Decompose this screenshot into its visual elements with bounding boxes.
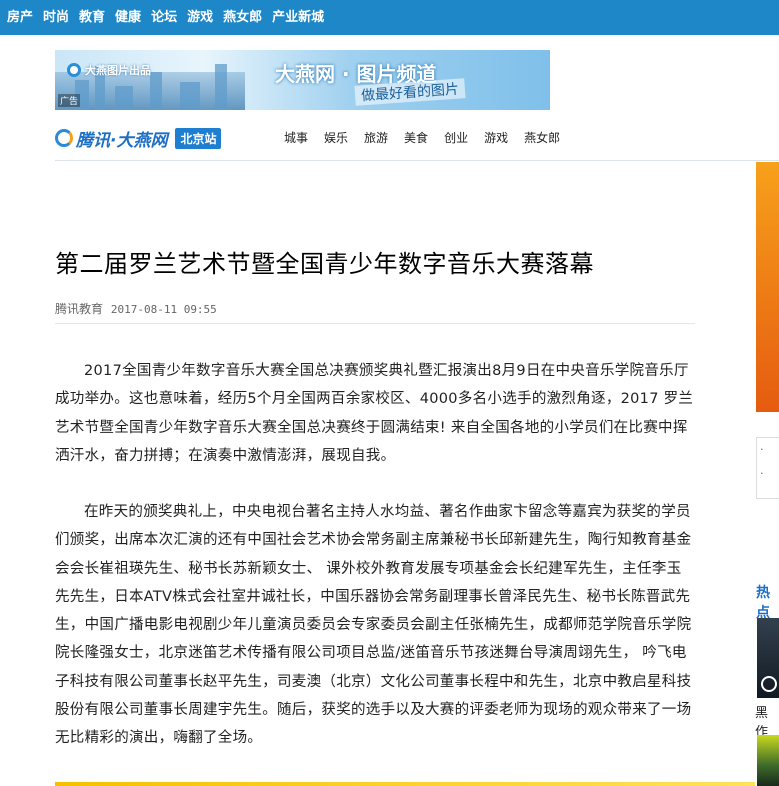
banner-building [150,72,162,110]
channel-nav: 城事 娱乐 旅游 美食 创业 游戏 燕女郎 [284,129,576,146]
ad-tag: 广告 [58,94,81,107]
bottom-banner-strip [55,782,755,786]
topnav-item-fashion[interactable]: 时尚 [38,0,74,35]
divider [55,160,779,161]
top-navigation: 房产 时尚 教育 健康 论坛 游戏 燕女郎 产业新城 [0,0,779,35]
article-date: 2017-08-11 09:55 [110,303,217,316]
topnav-item-health[interactable]: 健康 [110,0,146,35]
banner-building [115,86,133,110]
sidebar-image-thumbnail[interactable] [757,735,779,786]
channel-item[interactable]: 燕女郎 [524,129,560,146]
sidebar-ad[interactable] [756,162,779,412]
logo-ring-icon [55,129,73,147]
camera-icon [67,63,81,77]
site-logo-text: 腾讯·大燕网 [76,130,168,151]
article-paragraph: 在昨天的颁奖典礼上，中央电视台著名主持人水均益、著名作曲家卞留念等嘉宾为获奖的学… [55,504,692,747]
sidebar-link[interactable]: · [760,462,779,486]
channel-item[interactable]: 美食 [404,129,428,146]
article-paragraph: 2017全国青少年数字音乐大赛全国总决赛颁奖典礼暨汇报演出8月9日在中央音乐学院… [55,363,694,464]
sidebar-link[interactable]: · [760,438,779,462]
channel-item[interactable]: 游戏 [484,129,508,146]
article-title: 第二届罗兰艺术节暨全国青少年数字音乐大赛落幕 [55,250,594,278]
topnav-item-education[interactable]: 教育 [74,0,110,35]
channel-item[interactable]: 娱乐 [324,129,348,146]
site-brand-bar: 腾讯·大燕网 北京站 [55,120,222,156]
topnav-item-forum[interactable]: 论坛 [146,0,182,35]
channel-item[interactable]: 创业 [444,129,468,146]
channel-item[interactable]: 旅游 [364,129,388,146]
topnav-item-yannvlang[interactable]: 燕女郎 [218,0,267,35]
article-source[interactable]: 腾讯教育 [55,302,103,316]
banner-source-label: 大燕图片出品 [85,64,151,77]
channel-item[interactable]: 城事 [284,129,308,146]
station-badge[interactable]: 北京站 [175,127,222,149]
topnav-item-games[interactable]: 游戏 [182,0,218,35]
topnav-item-industry[interactable]: 产业新城 [267,0,329,35]
topnav-item-house[interactable]: 房产 [0,0,38,35]
divider [55,323,695,324]
site-logo[interactable]: 腾讯·大燕网 [55,126,167,151]
sidebar-link-box: · · [756,437,779,499]
banner-building [215,64,227,110]
banner-ad[interactable]: 大燕图片出品 广告 大燕网 · 图片频道 做最好看的图片 [55,50,550,110]
article-meta: 腾讯教育 2017-08-11 09:55 [55,300,217,317]
banner-source-logo: 大燕图片出品 [67,62,151,78]
sidebar-video-thumbnail[interactable] [757,618,779,698]
play-icon [761,676,777,692]
banner-building [180,82,200,110]
hot-section-label: 热点 [756,585,770,621]
